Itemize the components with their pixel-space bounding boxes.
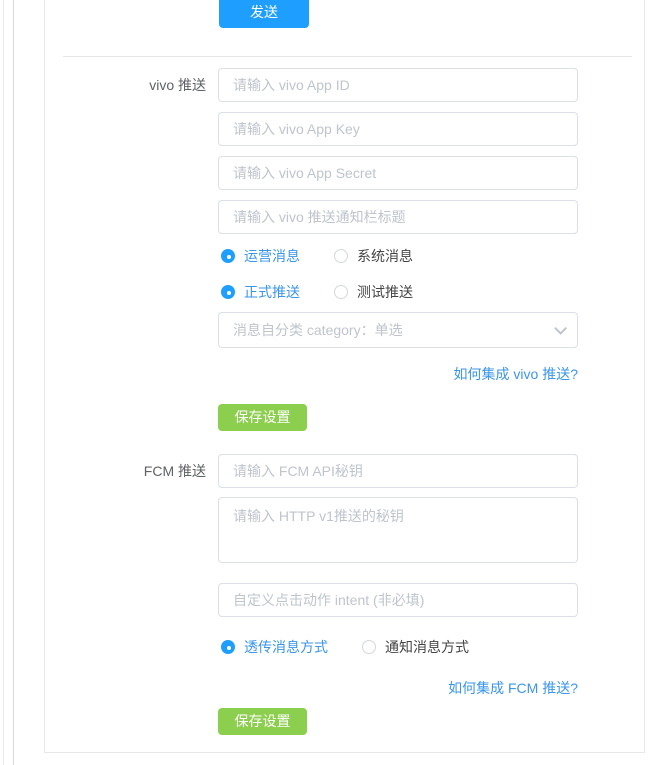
fcm-delivery-mode-radio-group: 透传消息方式 通知消息方式 [221, 637, 469, 657]
radio-option-label: 通知消息方式 [385, 639, 469, 655]
vivo-operation-message-radio[interactable]: 运营消息 [221, 246, 300, 266]
vivo-push-section-label: vivo 推送 [149, 77, 206, 93]
fcm-intent-input[interactable] [218, 583, 578, 617]
chevron-down-icon [554, 321, 567, 335]
fcm-push-section-label: FCM 推送 [143, 463, 206, 479]
fcm-integration-help-link[interactable]: 如何集成 FCM 推送? [448, 678, 578, 698]
select-placeholder-text: 消息自分类 category：单选 [233, 322, 403, 338]
vivo-app-key-input[interactable] [218, 112, 578, 146]
radio-option-label: 正式推送 [244, 284, 300, 300]
panel-left-border [44, 0, 45, 753]
vivo-system-message-radio[interactable]: 系统消息 [334, 246, 413, 266]
fcm-data-message-radio[interactable]: 透传消息方式 [221, 637, 328, 657]
radio-option-label: 运营消息 [244, 248, 300, 264]
fcm-http-v1-key-textarea[interactable] [218, 497, 578, 563]
fcm-api-key-input[interactable] [218, 454, 578, 488]
send-button[interactable]: 发送 [219, 0, 309, 28]
sidebar-edge-line [13, 0, 14, 765]
panel-right-border [644, 0, 645, 753]
radio-option-label: 测试推送 [357, 284, 413, 300]
page-edge-line [3, 0, 4, 765]
radio-checked-icon [221, 640, 235, 654]
fcm-notification-message-radio[interactable]: 通知消息方式 [362, 637, 469, 657]
vivo-official-push-radio[interactable]: 正式推送 [221, 282, 300, 302]
vivo-message-type-radio-group: 运营消息 系统消息 [221, 246, 413, 266]
vivo-save-settings-button[interactable]: 保存设置 [218, 404, 307, 431]
panel-bottom-border [44, 752, 645, 753]
radio-option-label: 透传消息方式 [244, 639, 328, 655]
vivo-app-secret-input[interactable] [218, 156, 578, 190]
section-divider [63, 56, 632, 57]
vivo-notification-title-input[interactable] [218, 200, 578, 234]
vivo-test-push-radio[interactable]: 测试推送 [334, 282, 413, 302]
fcm-save-settings-button[interactable]: 保存设置 [218, 708, 307, 735]
radio-option-label: 系统消息 [357, 248, 413, 264]
radio-checked-icon [221, 249, 235, 263]
vivo-app-id-input[interactable] [218, 68, 578, 102]
radio-unchecked-icon [334, 249, 348, 263]
radio-unchecked-icon [334, 285, 348, 299]
radio-checked-icon [221, 285, 235, 299]
vivo-push-mode-radio-group: 正式推送 测试推送 [221, 282, 413, 302]
radio-unchecked-icon [362, 640, 376, 654]
vivo-category-select[interactable]: 消息自分类 category：单选 [218, 312, 578, 348]
push-settings-page: 发送 vivo 推送 运营消息 系统消息 正式推送 测试推送 消息自分类 cat… [0, 0, 661, 765]
vivo-integration-help-link[interactable]: 如何集成 vivo 推送? [454, 364, 578, 384]
